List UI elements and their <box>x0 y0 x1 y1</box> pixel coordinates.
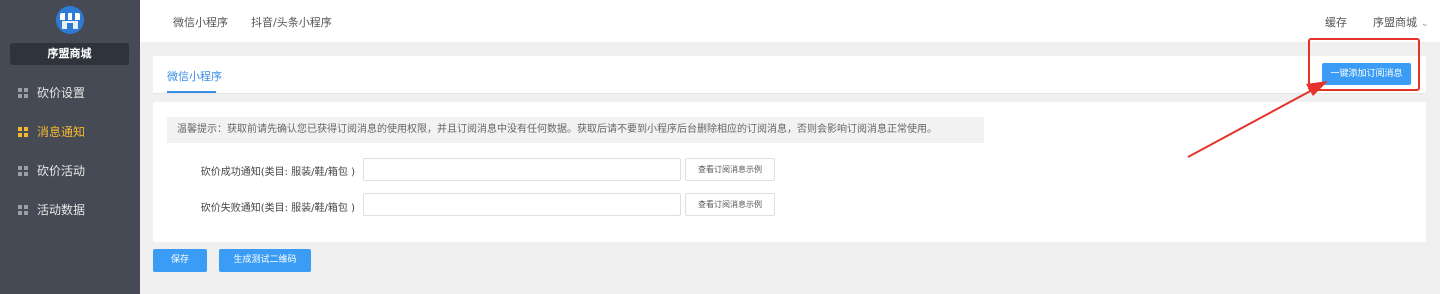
field-label-success: 砍价成功通知(类目: 服装/鞋/箱包 ) <box>200 167 355 178</box>
field-label-fail: 砍价失败通知(类目: 服装/鞋/箱包 ) <box>200 203 355 214</box>
account-menu[interactable]: 序盟商城 ⌄ <box>1373 14 1429 30</box>
view-example-button[interactable]: 查看订阅消息示例 <box>685 193 775 216</box>
main-card: 微信小程序 <box>153 56 1426 242</box>
sidebar-item-label: 消息通知 <box>37 125 86 139</box>
top-bar: 微信小程序 抖音/头条小程序 缓存 序盟商城 ⌄ <box>140 0 1440 42</box>
view-example-button[interactable]: 查看订阅消息示例 <box>685 158 775 181</box>
tab-underline <box>167 91 216 93</box>
generate-qr-button[interactable]: 生成测试二维码 <box>219 249 311 272</box>
grid-icon <box>18 165 28 176</box>
warm-tip: 温馨提示：获取前请先确认您已获得订阅消息的使用权限，并且订阅消息中没有任何数据。… <box>167 117 984 143</box>
account-label: 序盟商城 <box>1373 16 1417 29</box>
sidebar: 序盟商城 砍价设置 消息通知 砍价活动 活动数据 <box>0 0 140 294</box>
grid-icon <box>18 204 28 215</box>
save-button[interactable]: 保存 <box>153 249 207 272</box>
sidebar-item-label: 砍价活动 <box>37 164 86 178</box>
grid-icon <box>18 87 28 98</box>
sidebar-item-label: 砍价设置 <box>37 86 86 100</box>
chevron-down-icon: ⌄ <box>1421 19 1429 29</box>
success-template-input[interactable] <box>363 158 681 181</box>
top-tab-wechat[interactable]: 微信小程序 <box>173 14 228 30</box>
sidebar-item-bargain-settings[interactable]: 砍价设置 <box>0 73 140 112</box>
shop-logo-icon <box>56 6 84 34</box>
fail-template-input[interactable] <box>363 193 681 216</box>
sidebar-item-message-notify[interactable]: 消息通知 <box>0 112 140 151</box>
tab-wechat-miniprogram[interactable]: 微信小程序 <box>167 68 222 84</box>
annotation-highlight-box <box>1308 38 1420 91</box>
cache-button[interactable]: 缓存 <box>1325 14 1347 30</box>
sidebar-item-label: 活动数据 <box>37 203 86 217</box>
top-tab-douyin[interactable]: 抖音/头条小程序 <box>251 14 332 30</box>
sidebar-item-bargain-activity[interactable]: 砍价活动 <box>0 151 140 190</box>
tabs-row: 微信小程序 <box>153 56 1426 94</box>
shop-name: 序盟商城 <box>10 43 129 65</box>
sidebar-item-activity-data[interactable]: 活动数据 <box>0 190 140 229</box>
section-divider <box>153 94 1426 102</box>
grid-icon <box>18 126 28 137</box>
